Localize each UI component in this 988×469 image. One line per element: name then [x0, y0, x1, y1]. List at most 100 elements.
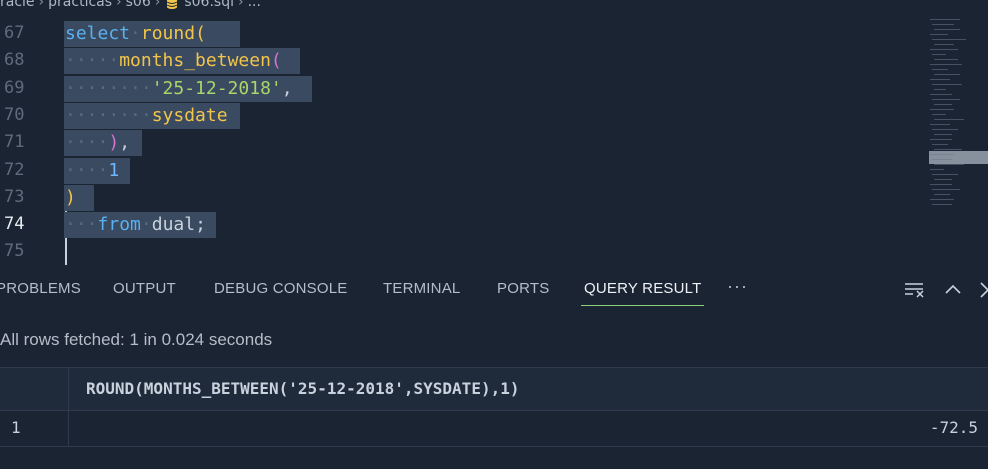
minimap-line	[930, 199, 954, 200]
code-line[interactable]: 74 ···from·dual;	[0, 211, 920, 239]
query-status: All rows fetched: 1 in 0.024 seconds	[0, 330, 273, 349]
chevron-right-icon: ›	[38, 0, 45, 10]
line-number: 72	[4, 159, 25, 180]
code-line[interactable]: 71 ····),	[0, 129, 920, 157]
line-number: 71	[4, 132, 25, 153]
minimap-line	[932, 54, 946, 55]
code-token: )	[108, 132, 120, 154]
more-actions-icon[interactable]: ···	[727, 276, 748, 297]
tab-ports[interactable]: PORTS	[497, 280, 549, 297]
tab-problems[interactable]: PROBLEMS	[0, 280, 81, 297]
whitespace-marker: ····	[65, 159, 109, 181]
minimap-line	[930, 124, 950, 125]
code-token: '25-12-2018'	[151, 77, 282, 99]
table-row[interactable]: 1 -72.5	[0, 410, 988, 447]
minimap-line	[934, 29, 960, 30]
minimap[interactable]	[926, 17, 988, 217]
minimap-line	[932, 129, 958, 130]
code-text: ····),	[65, 129, 130, 156]
minimap-line	[932, 114, 946, 115]
minimap-line	[930, 79, 950, 80]
code-line[interactable]: 67 select·round(	[0, 20, 920, 47]
minimap-line	[930, 109, 954, 110]
minimap-line	[930, 19, 960, 20]
minimap-line	[932, 174, 958, 175]
code-token: (	[195, 23, 206, 44]
code-token: months_between	[119, 50, 271, 72]
column-header[interactable]: ROUND(MONTHS_BETWEEN('25-12-2018',SYSDAT…	[86, 379, 519, 398]
code-text: ········'25-12-2018',	[65, 75, 293, 102]
tab-output[interactable]: OUTPUT	[113, 280, 176, 297]
minimap-line	[930, 64, 962, 65]
minimap-line	[932, 159, 952, 160]
code-line[interactable]: 75	[0, 238, 920, 265]
breadcrumb-item-subfolder[interactable]: s06	[126, 0, 151, 10]
active-tab-indicator	[581, 305, 704, 306]
minimap-line	[934, 74, 960, 75]
line-number: 68	[4, 50, 25, 71]
code-token: (	[270, 50, 282, 72]
minimap-line	[930, 139, 952, 140]
code-token: ,	[281, 77, 293, 99]
minimap-line	[934, 44, 954, 45]
minimap-line	[934, 134, 952, 135]
minimap-line	[934, 89, 946, 90]
code-text: )	[65, 184, 76, 211]
code-token: round	[140, 23, 196, 44]
code-line[interactable]: 68 ·····months_between(	[0, 47, 920, 75]
panel-tab-bar: PROBLEMS OUTPUT DEBUG CONSOLE TERMINAL P…	[0, 270, 988, 308]
whitespace-marker: ········	[65, 77, 152, 99]
minimap-line	[932, 84, 962, 85]
breadcrumb-item-folder[interactable]: practicas	[48, 0, 112, 10]
code-text: select·round(	[65, 20, 206, 47]
minimap-line	[932, 99, 960, 100]
whitespace-marker: ····	[65, 132, 109, 154]
line-number: 67	[4, 23, 25, 43]
minimap-line	[932, 189, 960, 190]
clear-output-icon[interactable]	[903, 278, 927, 302]
minimap-line	[932, 204, 952, 205]
chevron-right-icon: ›	[116, 0, 122, 10]
minimap-line	[930, 154, 954, 155]
database-icon	[166, 0, 178, 10]
code-token: sysdate	[151, 104, 228, 126]
minimap-line	[934, 179, 952, 180]
line-number: 70	[4, 104, 25, 125]
breadcrumb-ellipsis[interactable]: ...	[248, 0, 261, 10]
grid-header: ROUND(MONTHS_BETWEEN('25-12-2018',SYSDAT…	[0, 367, 988, 411]
minimap-line	[930, 49, 958, 50]
code-line[interactable]: 73)	[0, 184, 920, 211]
code-token: 1	[108, 159, 120, 181]
minimap-line	[934, 149, 962, 150]
minimap-viewport[interactable]	[929, 151, 988, 164]
code-token: ,	[119, 132, 131, 154]
row-number: 1	[11, 418, 21, 437]
code-token: from	[97, 214, 141, 236]
code-text: ···from·dual;	[65, 211, 206, 238]
chevron-right-icon: ›	[154, 0, 161, 10]
table-cell[interactable]: -72.5	[930, 418, 978, 437]
tab-query-result[interactable]: QUERY RESULT	[584, 280, 701, 297]
minimap-line	[932, 24, 954, 25]
code-text: ········sysdate	[65, 102, 228, 129]
code-line[interactable]: 72 ····1	[0, 157, 920, 184]
breadcrumb-item-file[interactable]: s06.sql	[184, 0, 234, 10]
whitespace-marker: ········	[65, 104, 152, 126]
minimap-line	[930, 34, 948, 35]
breadcrumb-item-root[interactable]: racle	[0, 0, 35, 10]
line-number: 74	[4, 214, 25, 235]
code-token: dual;	[151, 214, 206, 236]
code-editor[interactable]: 67 select·round(68 ·····months_between(69 ·…	[0, 17, 988, 267]
code-line[interactable]: 69 ········'25-12-2018',	[0, 75, 920, 102]
code-token: ·	[108, 50, 120, 72]
minimap-line	[934, 59, 958, 60]
tab-debug-console[interactable]: DEBUG CONSOLE	[214, 280, 347, 297]
minimap-line	[932, 69, 948, 70]
code-text: ····1	[65, 157, 119, 184]
close-panel-icon[interactable]	[976, 278, 988, 302]
minimap-line	[930, 184, 952, 185]
chevron-up-icon[interactable]	[941, 278, 965, 302]
code-text: ·····months_between(	[65, 47, 282, 74]
code-line[interactable]: 70 ········sysdate	[0, 102, 920, 129]
tab-terminal[interactable]: TERMINAL	[383, 280, 460, 297]
